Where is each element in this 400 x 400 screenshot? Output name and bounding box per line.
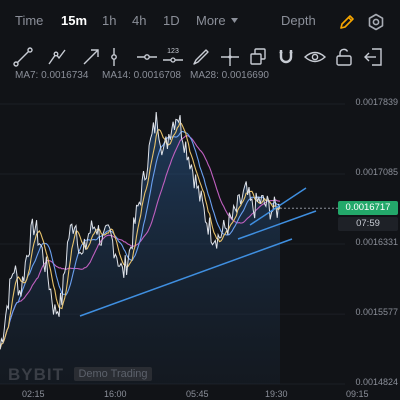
time-label: 05:45 <box>186 389 209 399</box>
trend-line-icon[interactable] <box>11 45 35 69</box>
tab-4h[interactable]: 4h <box>132 13 146 28</box>
vertical-line-icon[interactable] <box>102 45 126 69</box>
time-label: 09:15 <box>346 389 369 399</box>
crosshair-icon[interactable] <box>218 45 242 69</box>
tab-depth[interactable]: Depth <box>281 13 316 28</box>
tab-time[interactable]: Time <box>15 13 43 28</box>
candle-countdown: 07:59 <box>338 217 398 231</box>
ray-tool-icon[interactable] <box>45 45 69 69</box>
price-label: 0.0015577 <box>355 307 398 317</box>
price-range-icon[interactable]: 123 <box>161 45 185 69</box>
current-price-badge: 0.0016717 <box>338 201 398 215</box>
eye-icon[interactable] <box>303 45 327 69</box>
arrow-tool-icon[interactable] <box>79 45 103 69</box>
chevron-down-icon <box>231 18 239 23</box>
tab-15m[interactable]: 15m <box>61 13 87 28</box>
time-label: 16:00 <box>104 389 127 399</box>
drawing-toolbar: 123 <box>0 42 400 72</box>
price-label: 0.0017085 <box>355 167 398 177</box>
price-label: 0.0017839 <box>355 97 398 107</box>
tab-more[interactable]: More <box>196 13 239 28</box>
exchange-watermark: BYBIT Demo Trading <box>8 365 152 385</box>
price-label: 0.0016331 <box>355 237 398 247</box>
tab-1d[interactable]: 1D <box>163 13 180 28</box>
time-label: 02:15 <box>22 389 45 399</box>
time-label: 19:30 <box>265 389 288 399</box>
lock-icon[interactable] <box>332 45 356 69</box>
timeframe-bar: Time 15m 1h 4h 1D More Depth <box>0 0 400 44</box>
horizontal-line-icon[interactable] <box>135 45 159 69</box>
ma14-legend: MA14: 0.0016708 <box>102 70 181 81</box>
brush-icon[interactable] <box>189 45 213 69</box>
exit-icon[interactable] <box>362 45 386 69</box>
brand-logo: BYBIT <box>8 365 64 384</box>
demo-trading-badge: Demo Trading <box>74 367 152 381</box>
magnet-icon[interactable] <box>274 45 298 69</box>
pencil-icon[interactable] <box>337 12 357 32</box>
ma28-legend: MA28: 0.0016690 <box>190 70 269 81</box>
ma7-legend: MA7: 0.0016734 <box>15 70 89 81</box>
tab-1h[interactable]: 1h <box>102 13 116 28</box>
price-label: 0.0014824 <box>355 377 398 387</box>
tab-more-label: More <box>196 13 226 28</box>
price-chart[interactable] <box>0 84 400 400</box>
svg-text:123: 123 <box>167 48 179 55</box>
settings-icon[interactable] <box>366 12 386 32</box>
layers-icon[interactable] <box>246 45 270 69</box>
